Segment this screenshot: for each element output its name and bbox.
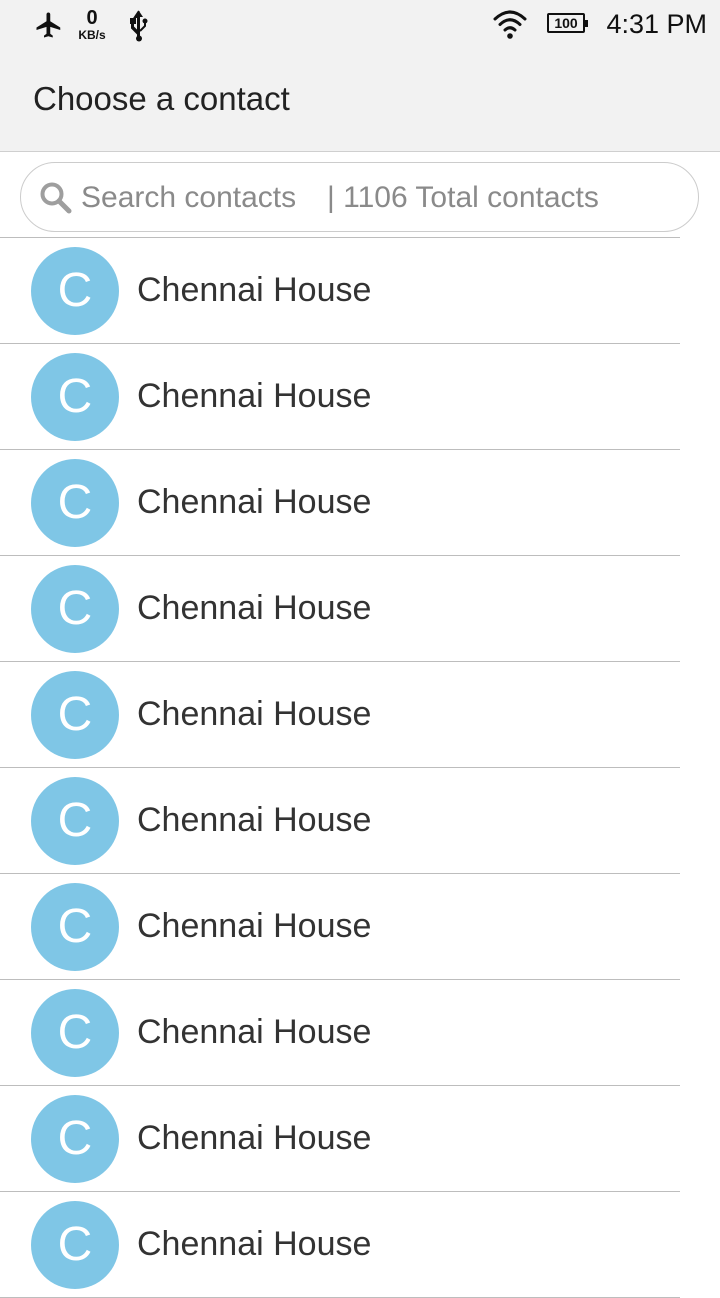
avatar: C <box>31 883 119 971</box>
contact-name: Chennai House <box>137 377 372 415</box>
wifi-icon <box>492 7 528 41</box>
battery-icon: 100 <box>547 13 588 33</box>
search-input[interactable]: Search contacts | 1106 Total contacts <box>20 162 699 232</box>
contact-list-item[interactable]: C Chennai House <box>0 556 720 662</box>
avatar: C <box>31 671 119 759</box>
contact-list-item[interactable]: C Chennai House <box>0 1086 720 1192</box>
contact-name: Chennai House <box>137 483 372 521</box>
contact-list-item[interactable]: C Chennai House <box>0 344 720 450</box>
avatar: C <box>31 1095 119 1183</box>
contact-name: Chennai House <box>137 589 372 627</box>
avatar: C <box>31 459 119 547</box>
contact-list-item[interactable]: C Chennai House <box>0 1192 720 1298</box>
contact-name: Chennai House <box>137 1225 372 1263</box>
total-contacts-count: | 1106 Total contacts <box>327 181 599 214</box>
page-title: Choose a contact <box>33 80 290 117</box>
avatar: C <box>31 1201 119 1289</box>
contact-name: Chennai House <box>137 907 372 945</box>
status-clock: 4:31 PM <box>606 9 707 39</box>
contact-list-item[interactable]: C Chennai House <box>0 238 720 344</box>
contact-name: Chennai House <box>137 695 372 733</box>
avatar: C <box>31 777 119 865</box>
avatar: C <box>31 989 119 1077</box>
avatar: C <box>31 565 119 653</box>
search-placeholder: Search contacts <box>81 181 297 214</box>
network-speed-value: 0 <box>86 7 98 29</box>
airplane-mode-icon <box>34 10 64 40</box>
contact-list-item[interactable]: C Chennai House <box>0 662 720 768</box>
contact-list: C Chennai House C Chennai House C Chenna… <box>0 238 720 1298</box>
contact-name: Chennai House <box>137 1013 372 1051</box>
contact-list-item[interactable]: C Chennai House <box>0 768 720 874</box>
contact-list-item[interactable]: C Chennai House <box>0 980 720 1086</box>
contact-list-item[interactable]: C Chennai House <box>0 450 720 556</box>
avatar: C <box>31 353 119 441</box>
search-icon <box>39 181 73 215</box>
network-speed: 0 KB/s <box>72 8 112 41</box>
contact-list-item[interactable]: C Chennai House <box>0 874 720 980</box>
app-bar: Choose a contact <box>0 50 720 152</box>
contact-name: Chennai House <box>137 1119 372 1157</box>
contact-name: Chennai House <box>137 271 372 309</box>
contact-name: Chennai House <box>137 801 372 839</box>
network-speed-unit: KB/s <box>78 28 106 42</box>
status-bar: 0 KB/s 100 4:31 PM <box>0 0 720 50</box>
avatar: C <box>31 247 119 335</box>
usb-icon <box>128 10 150 42</box>
